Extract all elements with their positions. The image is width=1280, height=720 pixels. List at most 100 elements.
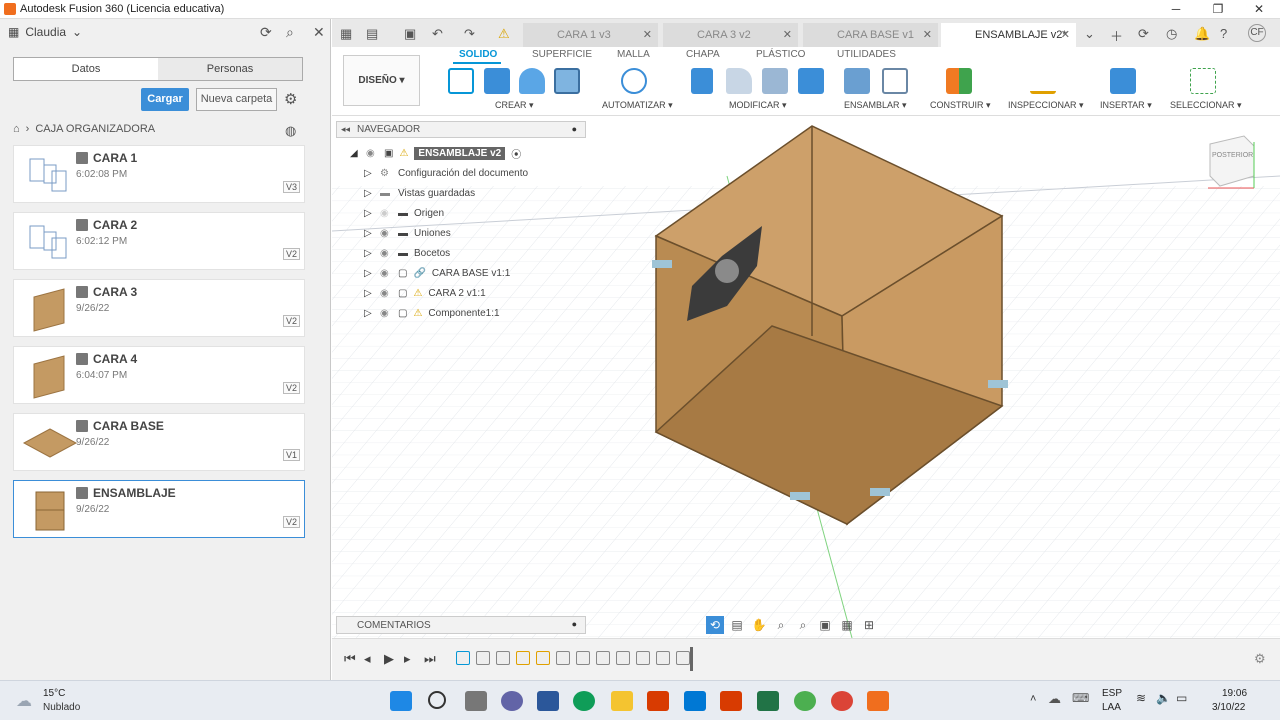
group-crear[interactable]: CREAR ▾ [495, 100, 534, 111]
keyboard-layout[interactable]: LAA [1102, 702, 1121, 713]
file-card[interactable]: CARA 2 6:02:12 PM V2 [13, 212, 305, 270]
tab-personas[interactable]: Personas [158, 58, 302, 80]
timeline-feature-icon[interactable] [456, 651, 470, 665]
plane-icon[interactable] [946, 68, 972, 94]
maximize-button[interactable]: ❐ [1210, 2, 1226, 16]
expand-icon[interactable]: ▷ [364, 228, 374, 239]
new-component-icon[interactable] [844, 68, 870, 94]
version-badge[interactable]: V1 [282, 449, 300, 461]
add-comment-icon[interactable]: ● [572, 619, 577, 629]
tree-item[interactable]: ▷ ◉ ▢ 🔗 CARA BASE v1:1 [364, 264, 510, 282]
tree-root[interactable]: ◢ ◉ ▣ ⚠ ENSAMBLAJE v2 ⦿ [350, 144, 521, 162]
folder-icon[interactable] [611, 691, 633, 711]
close-icon[interactable]: ✕ [783, 23, 792, 47]
file-card[interactable]: CARA BASE 9/26/22 V1 [13, 413, 305, 471]
collapse-icon[interactable]: ◂◂ [341, 124, 350, 135]
home-icon[interactable]: ⌂ [13, 123, 20, 135]
volume-icon[interactable]: 🔈 [1156, 691, 1171, 705]
tree-item[interactable]: ▷ ◉ ▬ Uniones [364, 224, 451, 242]
timeline-marker[interactable] [690, 647, 693, 671]
file-card[interactable]: CARA 3 9/26/22 V2 [13, 279, 305, 337]
chrome-icon[interactable] [794, 691, 816, 711]
visibility-icon[interactable]: ◉ [380, 208, 392, 219]
doc-tab-active[interactable]: ENSAMBLAJE v2* ✕ [941, 23, 1076, 47]
help-icon[interactable]: ? [1220, 26, 1227, 41]
measure-icon[interactable] [1030, 68, 1056, 94]
chrome-profile-icon[interactable] [831, 691, 853, 711]
new-folder-button[interactable]: Nueva carpeta [196, 88, 277, 111]
tab-malla[interactable]: MALLA [617, 49, 650, 60]
task-view-icon[interactable] [465, 691, 487, 711]
breadcrumb-project[interactable]: CAJA ORGANIZADORA [35, 123, 155, 135]
timeline-feature-icon[interactable] [536, 651, 550, 665]
weather-desc[interactable]: Nublado [43, 702, 80, 713]
close-icon[interactable]: ✕ [1061, 23, 1070, 47]
timeline-feature-icon[interactable] [556, 651, 570, 665]
tree-item[interactable]: ▷ ▬ Vistas guardadas [364, 184, 475, 202]
group-ensamblar[interactable]: ENSAMBLAR ▾ [844, 100, 907, 111]
automate-icon[interactable] [621, 68, 647, 94]
version-badge[interactable]: V2 [282, 516, 300, 528]
language-code[interactable]: ESP [1102, 688, 1122, 699]
group-seleccionar[interactable]: SELECCIONAR ▾ [1170, 100, 1242, 111]
previous-icon[interactable]: ◂ [364, 651, 371, 667]
expand-icon[interactable]: ▷ [364, 208, 374, 219]
clock-icon[interactable]: ◷ [1166, 26, 1177, 42]
combine-icon[interactable] [798, 68, 824, 94]
visibility-icon[interactable]: ◉ [380, 228, 392, 239]
select-icon[interactable] [1190, 68, 1216, 94]
timeline-feature-icon[interactable] [516, 651, 530, 665]
tree-item[interactable]: ▷ ◉ ▢ ⚠ CARA 2 v1:1 [364, 284, 486, 302]
hole-icon[interactable] [554, 68, 580, 94]
user-menu[interactable]: ▦ Claudia ⌄ [8, 25, 82, 39]
avatar[interactable]: CF [1248, 24, 1266, 42]
excel-icon[interactable] [757, 691, 779, 711]
group-insertar[interactable]: INSERTAR ▾ [1100, 100, 1152, 111]
expand-icon[interactable]: ▷ [364, 268, 374, 279]
version-badge[interactable]: V2 [282, 382, 300, 394]
fusion-taskbar-icon[interactable] [867, 691, 889, 711]
activate-icon[interactable]: ⦿ [511, 146, 521, 161]
onedrive-icon[interactable]: ☁ [1048, 691, 1061, 707]
tab-utilidades[interactable]: UTILIDADES [837, 49, 896, 60]
office-alt-icon[interactable] [720, 691, 742, 711]
group-automatizar[interactable]: AUTOMATIZAR ▾ [602, 100, 673, 111]
look-at-icon[interactable]: ▤ [728, 616, 746, 634]
windows-start-icon[interactable] [390, 691, 412, 711]
file-card[interactable]: CARA 4 6:04:07 PM V2 [13, 346, 305, 404]
display-settings-icon[interactable]: ▣ [816, 616, 834, 634]
next-icon[interactable]: ▸ [404, 651, 411, 667]
close-icon[interactable]: ✕ [643, 23, 652, 47]
tree-item[interactable]: ▷ ⚙ Configuración del documento [364, 164, 528, 182]
search-icon[interactable] [428, 691, 446, 709]
office-icon[interactable] [647, 691, 669, 711]
doc-tab[interactable]: CARA 3 v2 ✕ [663, 23, 798, 47]
file-card[interactable]: ENSAMBLAJE 9/26/22 V2 [13, 480, 305, 538]
version-badge[interactable]: V3 [282, 181, 300, 193]
last-icon[interactable]: ⏭ [424, 651, 436, 667]
revolve-icon[interactable] [519, 68, 545, 94]
expand-icon[interactable]: ▷ [364, 188, 374, 199]
viewports-icon[interactable]: ⊞ [860, 616, 878, 634]
expand-icon[interactable]: ▷ [364, 308, 374, 319]
search-icon[interactable]: ⌕ [286, 24, 294, 41]
first-icon[interactable]: ⏮ [344, 651, 356, 667]
minimize-button[interactable]: ─ [1168, 2, 1184, 16]
visibility-icon[interactable]: ◉ [366, 148, 378, 159]
workspace-switcher[interactable]: DISEÑO ▾ [343, 55, 420, 106]
group-construir[interactable]: CONSTRUIR ▾ [930, 100, 991, 111]
pin-icon[interactable]: ● [572, 124, 577, 134]
orbit-icon[interactable]: ⟲ [706, 616, 724, 634]
fillet-icon[interactable] [726, 68, 752, 94]
mail-icon[interactable] [684, 691, 706, 711]
tab-chapa[interactable]: CHAPA [686, 49, 720, 60]
tree-item[interactable]: ▷ ◉ ▢ ⚠ Componente1:1 [364, 304, 500, 322]
save-icon[interactable]: ▣ [404, 26, 416, 42]
close-panel-icon[interactable]: ✕ [313, 24, 325, 41]
joint-icon[interactable] [882, 68, 908, 94]
expand-icon[interactable]: ▷ [364, 248, 374, 259]
grid-settings-icon[interactable]: ▦ [838, 616, 856, 634]
edge-icon[interactable] [573, 691, 595, 711]
expand-icon[interactable]: ◢ [350, 148, 360, 159]
tab-superficie[interactable]: SUPERFICIE [532, 49, 592, 60]
